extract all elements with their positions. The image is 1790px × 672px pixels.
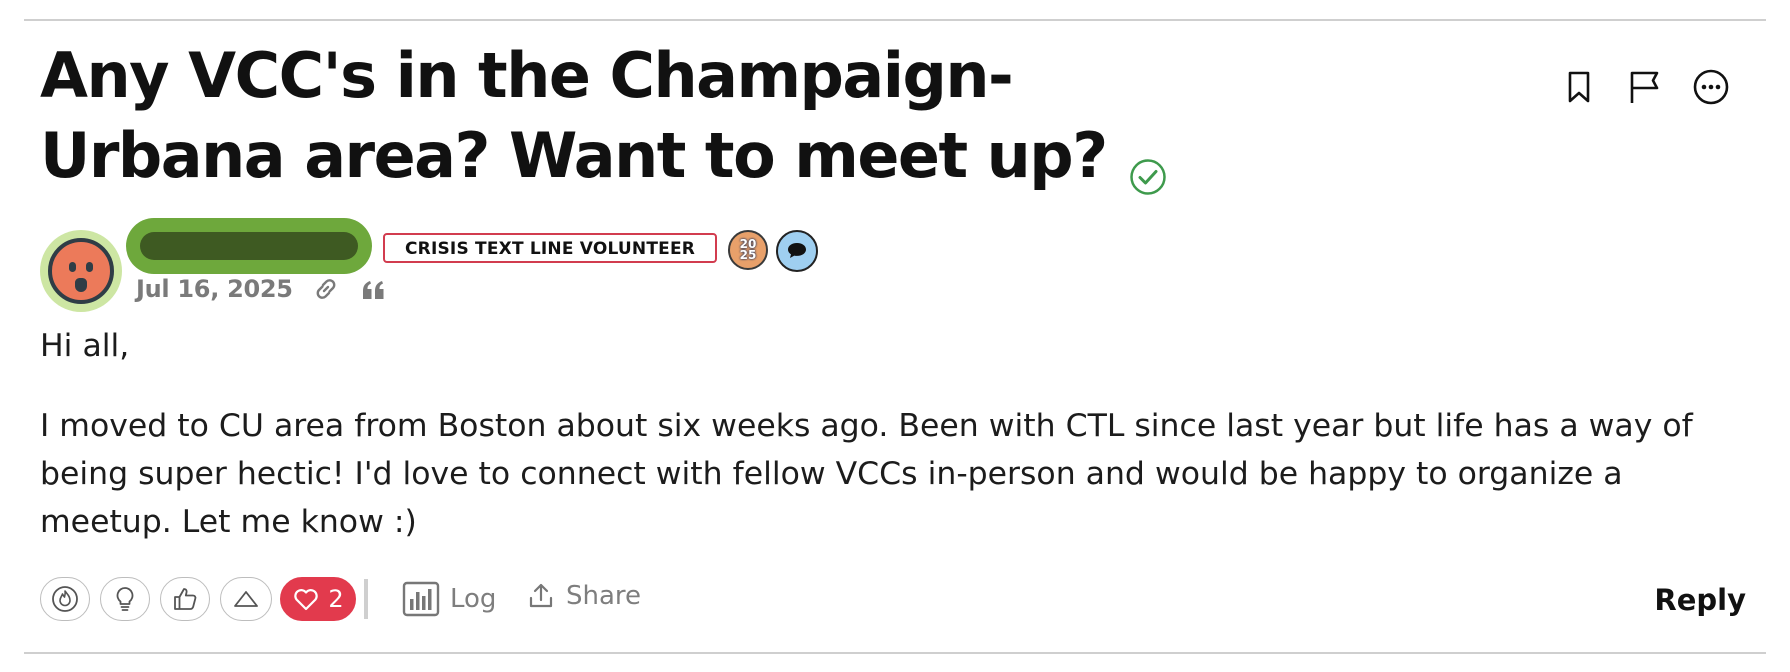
title-line-2: Urbana area? Want to meet up? — [40, 116, 1500, 196]
role-badge: CRISIS TEXT LINE VOLUNTEER — [383, 233, 718, 263]
react-heart-button[interactable]: 2 — [280, 577, 356, 621]
quote-icon[interactable] — [359, 274, 389, 304]
bar-chart-icon — [402, 581, 440, 617]
flag-icon[interactable] — [1626, 68, 1664, 106]
avatar-face — [48, 238, 114, 304]
redaction-bar — [140, 232, 358, 260]
link-icon[interactable] — [311, 274, 341, 304]
log-button[interactable]: Log — [402, 581, 496, 617]
body-paragraph: I moved to CU area from Boston about six… — [40, 408, 1693, 540]
avatar[interactable] — [40, 230, 122, 312]
year-badge[interactable]: 20 25 — [728, 230, 768, 270]
react-thumbs-up-button[interactable] — [160, 577, 210, 621]
post-date[interactable]: Jul 16, 2025 — [136, 275, 293, 303]
log-label: Log — [450, 584, 497, 614]
author-name-redacted[interactable] — [126, 218, 372, 274]
reaction-separator — [364, 579, 368, 619]
lightbulb-icon — [116, 587, 134, 611]
share-label: Share — [566, 581, 642, 611]
body-greeting: Hi all, — [40, 328, 130, 364]
react-fire-button[interactable] — [40, 577, 90, 621]
heart-count: 2 — [328, 585, 344, 613]
year-badge-bottom: 25 — [739, 248, 757, 262]
post-meta: Jul 16, 2025 — [136, 274, 389, 304]
post-title: Any VCC's in the Champaign- Urbana area?… — [40, 36, 1500, 196]
bottom-divider — [24, 652, 1766, 654]
post-top-actions — [1560, 68, 1730, 106]
more-options-icon[interactable] — [1692, 68, 1730, 106]
react-upvote-button[interactable] — [220, 577, 272, 621]
post-footer: 2 Log Share Reply — [40, 577, 1756, 625]
reply-button[interactable]: Reply — [1654, 583, 1746, 617]
title-line-2-text: Urbana area? Want to meet up? — [40, 119, 1108, 192]
upvote-icon — [234, 591, 258, 607]
title-line-1: Any VCC's in the Champaign- — [40, 39, 1014, 112]
top-divider — [24, 19, 1766, 21]
author-row: CRISIS TEXT LINE VOLUNTEER 20 25 Jul 16,… — [40, 218, 1040, 312]
chat-bubble-badge-icon[interactable] — [776, 230, 818, 272]
share-icon — [529, 583, 553, 608]
fire-icon — [52, 586, 78, 612]
heart-icon — [294, 589, 319, 611]
react-lightbulb-button[interactable] — [100, 577, 150, 621]
solved-check-icon — [1129, 135, 1167, 195]
share-button[interactable]: Share — [526, 581, 641, 611]
bookmark-icon[interactable] — [1560, 68, 1598, 106]
thumbs-up-icon — [174, 588, 197, 610]
post-body: Hi all, I moved to CU area from Boston a… — [40, 322, 1730, 578]
